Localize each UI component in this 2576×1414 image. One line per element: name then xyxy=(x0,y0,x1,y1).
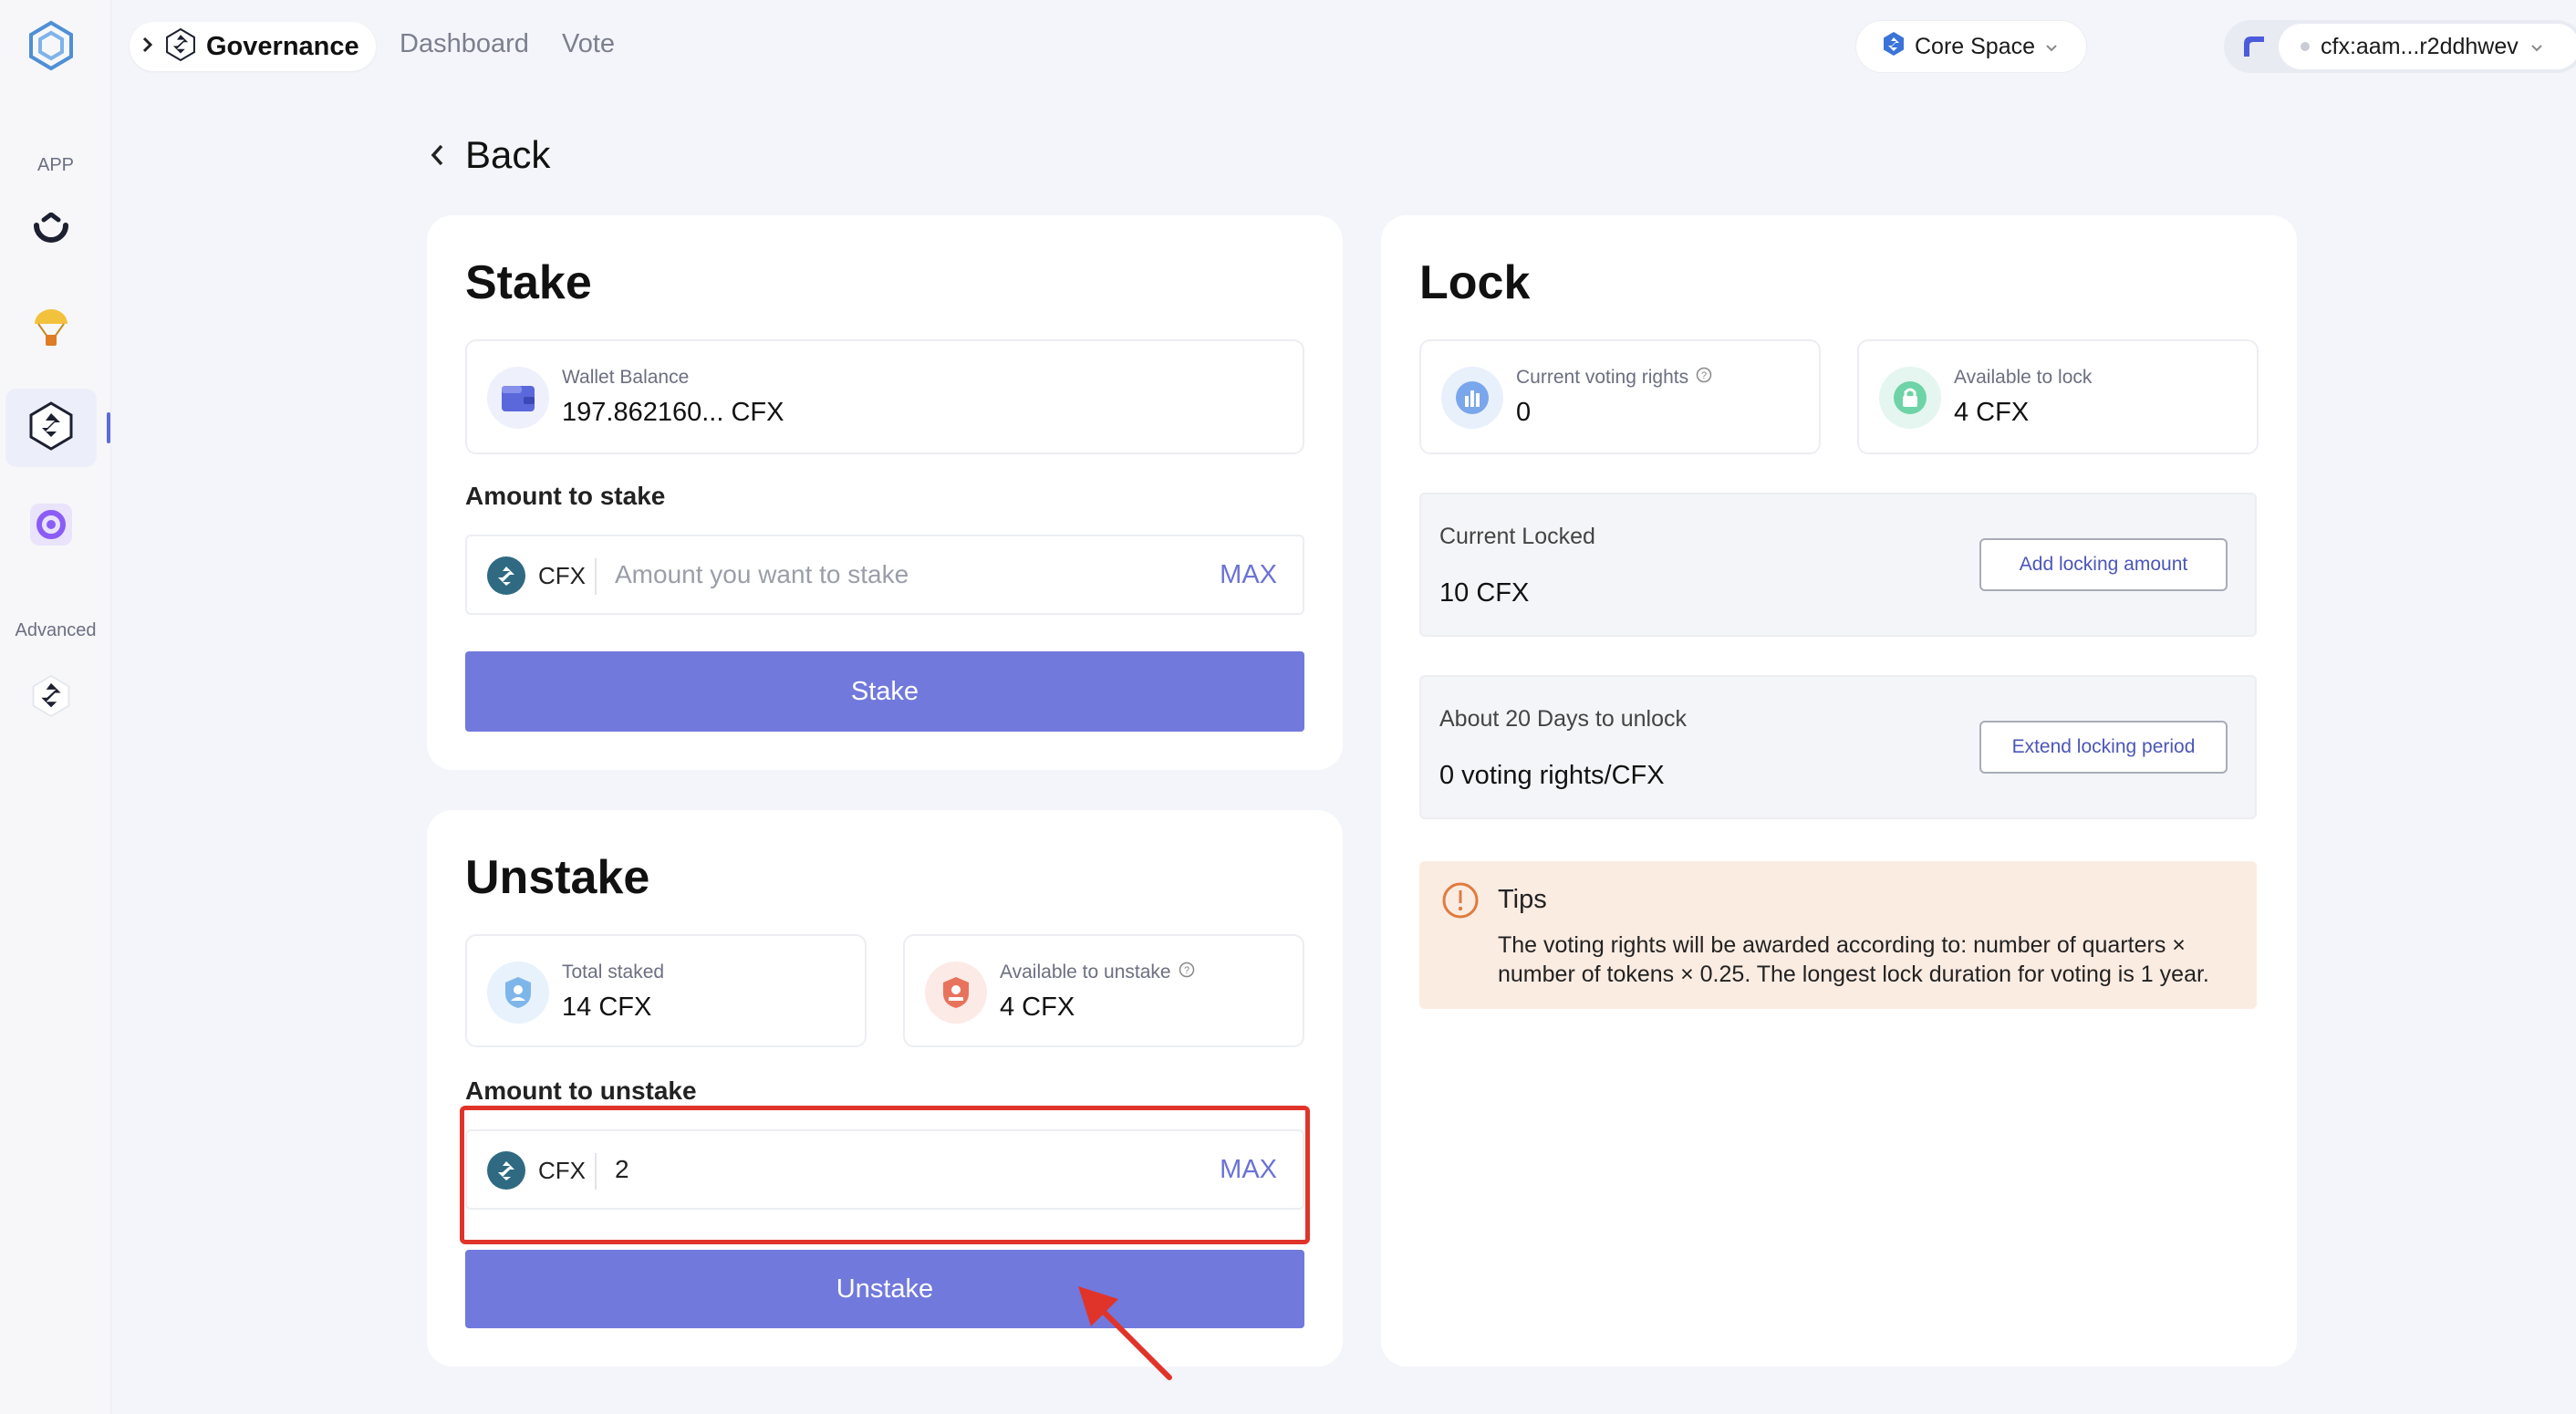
add-locking-amount-button[interactable]: Add locking amount xyxy=(1979,538,2228,591)
account-address-box[interactable]: cfx:aam...r2ddhwev xyxy=(2279,24,2576,69)
network-label: Core Space xyxy=(1915,33,2036,59)
sidebar-item-governance[interactable] xyxy=(5,389,97,467)
lock-card: Lock Current voting rights ? 0 Available… xyxy=(1381,215,2297,1367)
lock-title: Lock xyxy=(1419,256,1531,309)
nav-vote[interactable]: Vote xyxy=(562,29,615,59)
warning-icon xyxy=(1441,881,1480,924)
purple-app-icon xyxy=(28,502,74,552)
available-to-unstake-label: Available to unstake xyxy=(1000,962,1171,983)
divider xyxy=(595,558,597,595)
wallet-balance-box: Wallet Balance 197.862160... CFX xyxy=(465,339,1304,454)
stake-token-label: CFX xyxy=(538,562,586,589)
back-label: Back xyxy=(465,133,551,176)
omnibridge-icon xyxy=(31,211,71,254)
voting-rights-value: 0 xyxy=(1516,398,1532,427)
available-to-unstake-label-row: Available to unstake ? xyxy=(1000,962,1195,983)
voting-rights-label-row: Current voting rights ? xyxy=(1516,367,1712,389)
sidebar: APP Advanced xyxy=(0,0,111,1414)
chart-bars-icon xyxy=(1441,367,1503,429)
amount-to-unstake-label: Amount to unstake xyxy=(465,1076,697,1105)
airdrop-parachute-icon xyxy=(31,306,71,354)
unlock-label: About 20 Days to unlock xyxy=(1439,706,1687,732)
app-logo-icon[interactable] xyxy=(27,20,75,71)
lock-icon xyxy=(1879,367,1941,429)
active-indicator xyxy=(107,412,110,443)
unstake-button[interactable]: Unstake xyxy=(465,1250,1304,1328)
unlock-value: 0 voting rights/CFX xyxy=(1439,761,1665,790)
governance-small-icon xyxy=(164,27,197,67)
wallet-icon xyxy=(487,367,549,429)
amount-to-stake-label: Amount to stake xyxy=(465,482,666,510)
total-staked-box: Total staked 14 CFX xyxy=(465,934,867,1047)
voting-rights-label: Current voting rights xyxy=(1516,367,1689,388)
current-locked-value: 10 CFX xyxy=(1439,578,1530,608)
help-icon[interactable]: ? xyxy=(1179,962,1195,983)
sidebar-item-app-4[interactable] xyxy=(5,487,97,566)
stake-card: Stake Wallet Balance 197.862160... CFX A… xyxy=(427,215,1343,770)
available-to-lock-box: Available to lock 4 CFX xyxy=(1857,339,2259,454)
chevron-down-icon xyxy=(2044,34,2059,60)
chevron-left-icon xyxy=(429,133,445,177)
svg-text:?: ? xyxy=(1184,965,1189,976)
available-to-unstake-box: Available to unstake ? 4 CFX xyxy=(903,934,1304,1047)
current-locked-label: Current Locked xyxy=(1439,524,1595,549)
tips-box: Tips The voting rights will be awarded a… xyxy=(1419,861,2257,1009)
breadcrumb[interactable]: Governance xyxy=(130,22,376,71)
governance-icon xyxy=(27,400,75,456)
staked-user-icon xyxy=(487,962,549,1024)
nav-dashboard[interactable]: Dashboard xyxy=(400,29,529,59)
account-address: cfx:aam...r2ddhwev xyxy=(2321,33,2519,59)
sidebar-item-airdrop[interactable] xyxy=(5,290,97,369)
unlock-period-box: About 20 Days to unlock 0 voting rights/… xyxy=(1419,675,2257,819)
unstake-card: Unstake Total staked 14 CFX Available to… xyxy=(427,810,1343,1367)
total-staked-label: Total staked xyxy=(562,962,665,983)
stake-title: Stake xyxy=(465,256,592,309)
available-to-lock-value: 4 CFX xyxy=(1954,398,2030,427)
core-space-icon xyxy=(1882,31,1906,63)
stake-max-button[interactable]: MAX xyxy=(1220,560,1277,590)
available-to-unstake-value: 4 CFX xyxy=(1000,993,1075,1022)
sidebar-item-bridge[interactable] xyxy=(5,193,97,272)
stake-amount-input[interactable] xyxy=(615,560,1162,589)
sidebar-item-advanced[interactable] xyxy=(5,659,97,737)
current-locked-box: Current Locked 10 CFX Add locking amount xyxy=(1419,493,2257,637)
arrow-annotation-icon xyxy=(1078,1286,1172,1380)
extend-locking-period-button[interactable]: Extend locking period xyxy=(1979,721,2228,774)
highlight-annotation xyxy=(460,1106,1310,1244)
stake-button[interactable]: Stake xyxy=(465,651,1304,732)
tips-title: Tips xyxy=(1498,885,1547,914)
unstake-badge-icon xyxy=(925,962,987,1024)
top-bar: Governance Dashboard Vote Core Space cfx… xyxy=(111,0,2576,91)
available-to-lock-label: Available to lock xyxy=(1954,367,2093,388)
svg-text:?: ? xyxy=(1701,370,1707,381)
chevron-right-icon[interactable] xyxy=(140,36,155,58)
status-dot-icon xyxy=(2301,42,2310,51)
wallet-balance-value: 197.862160... CFX xyxy=(562,398,784,427)
app-title: Governance xyxy=(206,31,359,61)
stake-input-row: CFX MAX xyxy=(465,535,1304,615)
cfx-token-icon xyxy=(487,556,525,595)
help-icon[interactable]: ? xyxy=(1696,367,1712,389)
wallet-brand-icon xyxy=(2242,35,2266,63)
chevron-down-icon xyxy=(2529,34,2544,60)
wallet-balance-label: Wallet Balance xyxy=(562,367,690,388)
sidebar-section-advanced: Advanced xyxy=(15,620,97,640)
network-selector[interactable]: Core Space xyxy=(1855,20,2087,73)
voting-rights-box: Current voting rights ? 0 xyxy=(1419,339,1821,454)
sidebar-section-app: APP xyxy=(36,155,75,175)
tips-text: The voting rights will be awarded accord… xyxy=(1498,932,2209,987)
back-link[interactable]: Back xyxy=(429,133,550,177)
conflux-advanced-icon xyxy=(30,673,72,723)
total-staked-value: 14 CFX xyxy=(562,993,652,1022)
account-selector[interactable]: cfx:aam...r2ddhwev xyxy=(2224,20,2576,73)
unstake-title: Unstake xyxy=(465,851,650,904)
